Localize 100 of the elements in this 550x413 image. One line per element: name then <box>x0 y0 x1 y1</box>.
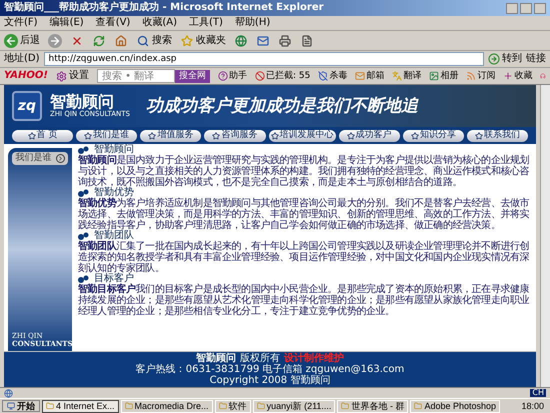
taskbar-button[interactable]: 软件 <box>214 400 251 412</box>
mail-icon <box>355 71 366 81</box>
star-icon <box>148 132 156 140</box>
star-icon <box>212 132 220 140</box>
taskbar-button[interactable]: 4 Internet Ex... <box>42 400 119 412</box>
translate-icon <box>392 71 402 81</box>
section-text: 智勤团队汇集了一批在国内成长起来的，有十年以上跨国公司管理实践以及研读企业管理理论并不断进行创造探索的知名教授学者和具有丰富企业管理经验、项目运作管理经验，对中国文化和国内企业现实情况有深刻认知的专家团队。 <box>78 241 530 274</box>
nav-button[interactable]: 知识分享 <box>402 130 464 142</box>
refresh-icon[interactable] <box>92 34 106 48</box>
toolbar-button[interactable]: 搜索 <box>136 34 172 48</box>
menu-item[interactable]: 工具(T) <box>189 18 223 28</box>
toolbar-button[interactable]: 助手 <box>218 71 247 81</box>
image-icon <box>429 71 440 81</box>
logo-name: 智勤顾问 <box>50 94 114 110</box>
scrollbar[interactable] <box>540 85 550 387</box>
star-icon <box>410 132 419 140</box>
taskbar-button[interactable]: yuanyi新 (211.... <box>252 400 336 412</box>
dots-icon <box>78 232 90 240</box>
star-icon <box>346 132 355 140</box>
dots-icon <box>78 188 90 198</box>
toolbar-button[interactable]: 翻译 <box>392 71 422 81</box>
taskbar-button[interactable]: Macromedia Dre... <box>120 400 213 412</box>
footer-copyright: Copyright 2008 智勤顾问 <box>210 375 330 386</box>
start-button[interactable]: 开始 <box>2 400 40 412</box>
nav-button[interactable]: 培训发展中心 <box>268 130 336 142</box>
maximize-button[interactable] <box>520 2 532 14</box>
window-icon <box>218 402 227 410</box>
window-icon <box>414 402 422 410</box>
nav-button[interactable]: 联系我们 <box>466 130 528 142</box>
nav-button[interactable]: 我们是谁 <box>76 130 138 142</box>
nav-button[interactable]: 咨询服务 <box>204 130 266 142</box>
block-icon <box>254 71 265 81</box>
printer-icon[interactable] <box>278 34 292 48</box>
nav-button[interactable]: 增值服务 <box>140 130 202 142</box>
settings-icon <box>56 70 67 82</box>
dots-icon <box>78 146 90 154</box>
mail-icon[interactable] <box>256 34 270 48</box>
yahoo-logo[interactable]: YAHOO! <box>4 71 48 81</box>
toolbar-button[interactable]: 后退 <box>4 34 40 48</box>
star-icon <box>270 132 279 140</box>
toolbar-button[interactable]: 订阅 <box>466 71 496 81</box>
taskbar-button[interactable]: 世界各地 - 群 <box>337 400 408 412</box>
search-all-button[interactable]: 搜全网 <box>174 70 210 82</box>
section-text: 智勤优势为客户培养适应机制是智勤顾问与其他管理咨询公司最大的分别。我们不是替客户去经营、去做市场选择、去做管理决策，而是用科学的方法、丰富的管理知识、创新的管理思维、高效的工作方法、并将实践经验指导客户，协助客户理清思路，让客户自己学会如何做正确的市场选择、做正确的经营决策。 <box>78 198 530 231</box>
rss-icon <box>466 71 476 81</box>
address-label: 地址(D) <box>4 54 40 64</box>
headphones-icon[interactable] <box>540 71 546 81</box>
section-title: 智勤团队 <box>94 231 134 241</box>
globe-icon[interactable] <box>234 34 248 48</box>
window-icon <box>256 402 265 410</box>
nav-button[interactable]: 首 页 <box>12 130 74 142</box>
close-button[interactable] <box>534 2 546 14</box>
section-title: 目标客户 <box>94 274 134 284</box>
document-icon[interactable] <box>300 34 314 48</box>
plus-icon <box>503 71 514 81</box>
menu-item[interactable]: 文件(F) <box>4 18 38 28</box>
section-title: 智勤优势 <box>94 188 134 198</box>
shield-icon <box>318 71 328 81</box>
settings-button[interactable]: 设置 <box>56 70 89 82</box>
nav-button[interactable]: 成功客户 <box>338 130 400 142</box>
forward-arrow-icon[interactable] <box>48 34 62 48</box>
search-field[interactable]: 搜索 • 翻译 <box>96 69 175 83</box>
star-icon <box>180 34 194 48</box>
address-field[interactable]: http://zqguwen.cn/index.asp <box>44 52 484 66</box>
slogan: 功成功客户更加成功是我们不断地追 <box>146 98 418 114</box>
star-icon <box>474 132 483 140</box>
section-text: 智勤顾问是国内致力于企业运营管理研究与实践的管理机构。是专注于为客户提供以营销为核心的企业规划与设计，以及与之直接相关的人力资源管理体系的构建。我们拥有独特的经营理念、商业运作模式和核心咨询技术，既不照搬国外咨询模式，也不是完全自己摸索，而是走本土与原创相结合的道路。 <box>78 155 530 188</box>
window-title: 智勤顾问___帮助成功客户更加成功 - Microsoft Internet Explorer <box>4 3 324 13</box>
footer-rights: 版权所有 <box>240 353 280 364</box>
search-icon <box>136 34 150 48</box>
taskbar-button[interactable]: Adobe Photoshop <box>410 400 500 412</box>
links-label[interactable]: 链接 <box>526 54 546 64</box>
footer-brand: 智勤顾问 <box>196 353 236 364</box>
go-button[interactable]: 转到 <box>488 53 522 65</box>
toolbar-button[interactable]: 相册 <box>429 71 458 81</box>
toolbar-button[interactable]: 杀毒 <box>318 71 348 81</box>
minimize-button[interactable] <box>506 2 518 14</box>
window-icon <box>46 402 54 410</box>
page-icon <box>4 388 13 398</box>
menu-item[interactable]: 收藏(A) <box>142 18 177 28</box>
menu-item[interactable]: 编辑(E) <box>50 18 84 28</box>
star-icon <box>28 132 36 140</box>
dots-icon <box>78 274 90 284</box>
clock: 18:00 <box>520 402 545 410</box>
arrow-circle-icon <box>56 154 64 163</box>
window-icon <box>124 402 133 410</box>
home-icon[interactable] <box>114 34 128 48</box>
toolbar-button[interactable]: 已拦截: 55 <box>254 71 310 81</box>
section-title: 智勤顾问 <box>94 145 134 155</box>
sidebar-button[interactable]: 我们是谁 <box>12 152 68 165</box>
menu-item[interactable]: 帮助(H) <box>234 18 270 28</box>
toolbar-button[interactable]: 收藏 <box>503 71 532 81</box>
footer-contact: 客户热线：0631-3831799 电子信箱 zqguwen@163.com <box>136 364 404 375</box>
menu-item[interactable]: 查看(V) <box>96 18 130 28</box>
toolbar-button[interactable]: 收藏夹 <box>180 34 226 48</box>
toolbar-button[interactable]: 邮箱 <box>355 71 384 81</box>
section-text: 智勤目标客户我们的目标客户是成长型的国内中小民营企业。是那些完成了资本的原始积累，正在寻求健康持续发展的企业；是那些有愿望从艺术化管理走向科学化管理的企业；是那些有愿望从家族化管理走向职业经理人管理的企业；是那些相信专业化分工，专注于建立竞争优势的企业。 <box>78 284 530 317</box>
ime-indicator[interactable]: CH <box>530 389 546 397</box>
logo-mark: zq <box>12 91 42 121</box>
window-icon <box>341 402 350 410</box>
